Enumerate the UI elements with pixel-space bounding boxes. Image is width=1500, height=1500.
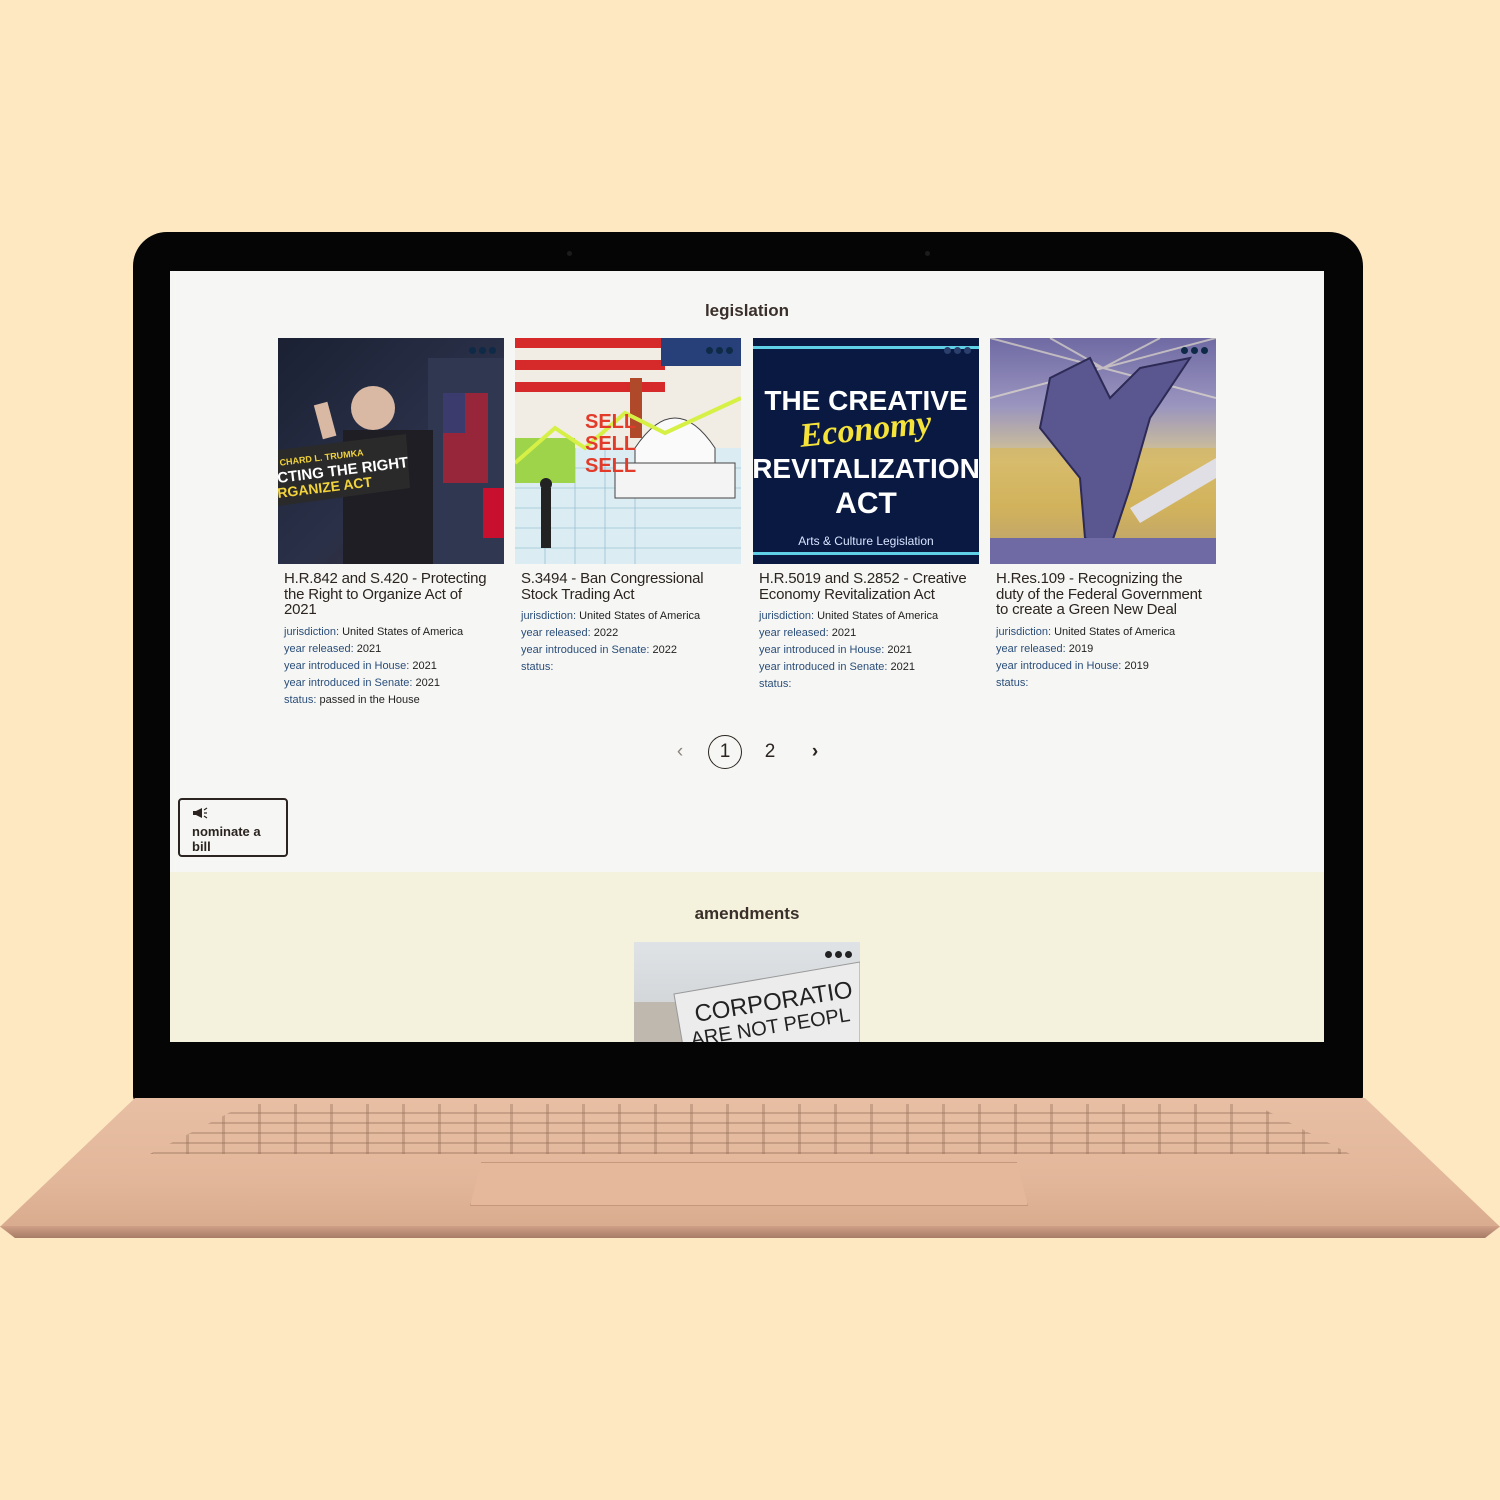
bill-title[interactable]: H.R.842 and S.420 - Protecting the Right… — [284, 571, 498, 618]
meta-row: status: passed in the House — [284, 693, 420, 706]
sell-text: SELL — [585, 433, 636, 455]
meta-row: jurisdiction: United States of America — [996, 625, 1176, 638]
meta-row: year introduced in House: 2021 — [284, 659, 437, 672]
meta-row: year released: 2021 — [759, 627, 857, 639]
bill-card[interactable]: SELL SELL SELL S.3494 - Ban Congressiona… — [515, 338, 741, 676]
bill-meta: jurisdiction: United States of America y… — [759, 608, 973, 693]
bill-card[interactable]: H.Res.109 - Recognizing the duty of the … — [990, 338, 1216, 692]
meta-row: jurisdiction: United States of America — [759, 610, 939, 622]
meta-row: year released: 2022 — [521, 627, 619, 639]
more-options-icon[interactable] — [469, 347, 496, 354]
section-title-amendments: amendments — [694, 904, 800, 923]
bill-title[interactable]: H.Res.109 - Recognizing the duty of the … — [996, 571, 1210, 618]
flag-graphic — [443, 393, 488, 483]
meta-row: year released: 2021 — [284, 642, 382, 655]
bill-image-art: CHARD L. TRUMKA CTING THE RIGHT RGANIZE … — [278, 358, 504, 564]
camera-dot — [567, 251, 572, 256]
bill-image-art: THE CREATIVE Economy REVITALIZATION ACT … — [753, 346, 979, 555]
sell-text: SELL — [585, 455, 636, 477]
bill-card[interactable]: CHARD L. TRUMKA CTING THE RIGHT RGANIZE … — [278, 338, 504, 709]
bill-meta: jurisdiction: United States of America y… — [284, 624, 498, 709]
more-options-icon[interactable] — [944, 347, 971, 354]
bill-image[interactable]: THE CREATIVE Economy REVITALIZATION ACT … — [753, 338, 979, 564]
meta-row: year released: 2019 — [996, 642, 1094, 655]
camera-dot — [925, 251, 930, 256]
money-strip — [515, 438, 575, 483]
page-2-button[interactable]: 2 — [758, 735, 782, 769]
pagination: ‹ 1 2 › — [170, 735, 1324, 769]
speaker-head — [351, 386, 395, 430]
person-silhouette — [541, 488, 551, 548]
meta-row: status: — [759, 678, 792, 690]
meta-row: year introduced in Senate: 2022 — [521, 644, 677, 656]
meta-row: year introduced in Senate: 2021 — [759, 661, 915, 673]
more-options-icon[interactable] — [1181, 347, 1208, 354]
more-options-icon[interactable] — [706, 347, 733, 354]
bill-image-art — [990, 338, 1216, 564]
meta-row: status: — [996, 676, 1029, 689]
megaphone-icon — [193, 807, 208, 819]
bill-image-art: SELL SELL SELL — [515, 338, 741, 564]
meta-row: jurisdiction: United States of America — [521, 610, 701, 622]
poster-line-3: REVITALIZATION — [753, 453, 979, 484]
page-1-button[interactable]: 1 — [708, 735, 742, 769]
meta-row: year introduced in Senate: 2021 — [284, 676, 440, 689]
poster-subtitle: Arts & Culture Legislation — [798, 534, 933, 548]
meta-row: year introduced in House: 2019 — [996, 659, 1149, 672]
laptop-trackpad — [470, 1162, 1028, 1206]
amendments-section: amendments CORPORATIO ARE NOT PEOPL — [170, 872, 1324, 1042]
nominate-bill-label: nominate a bill — [192, 824, 261, 854]
screen: legislation CHARD L. TRUMKA CTING THE RI… — [170, 271, 1324, 1042]
prev-page-button[interactable]: ‹ — [668, 735, 692, 769]
next-page-button[interactable]: › — [803, 735, 827, 769]
amendment-image[interactable]: CORPORATIO ARE NOT PEOPL — [634, 942, 860, 1042]
bill-meta: jurisdiction: United States of America y… — [996, 624, 1210, 692]
bill-meta: jurisdiction: United States of America y… — [521, 608, 735, 676]
bill-image[interactable]: CHARD L. TRUMKA CTING THE RIGHT RGANIZE … — [278, 338, 504, 564]
meta-row: year introduced in House: 2021 — [759, 644, 912, 656]
sell-text: SELL — [585, 411, 636, 433]
poster-line-4: ACT — [835, 487, 897, 520]
laptop-keyboard — [150, 1104, 1350, 1154]
bill-title[interactable]: H.R.5019 and S.2852 - Creative Economy R… — [759, 571, 973, 602]
meta-row: status: — [521, 661, 554, 673]
bill-image[interactable] — [990, 338, 1216, 564]
bill-image[interactable]: SELL SELL SELL — [515, 338, 741, 564]
more-options-icon[interactable] — [825, 951, 852, 958]
meta-row: jurisdiction: United States of America — [284, 625, 464, 638]
bill-title[interactable]: S.3494 - Ban Congressional Stock Trading… — [521, 571, 735, 602]
nominate-bill-button[interactable]: nominate a bill — [178, 798, 288, 857]
laptop-base-edge — [0, 1226, 1500, 1238]
section-title-legislation: legislation — [704, 301, 790, 320]
bill-card[interactable]: THE CREATIVE Economy REVITALIZATION ACT … — [753, 338, 979, 693]
